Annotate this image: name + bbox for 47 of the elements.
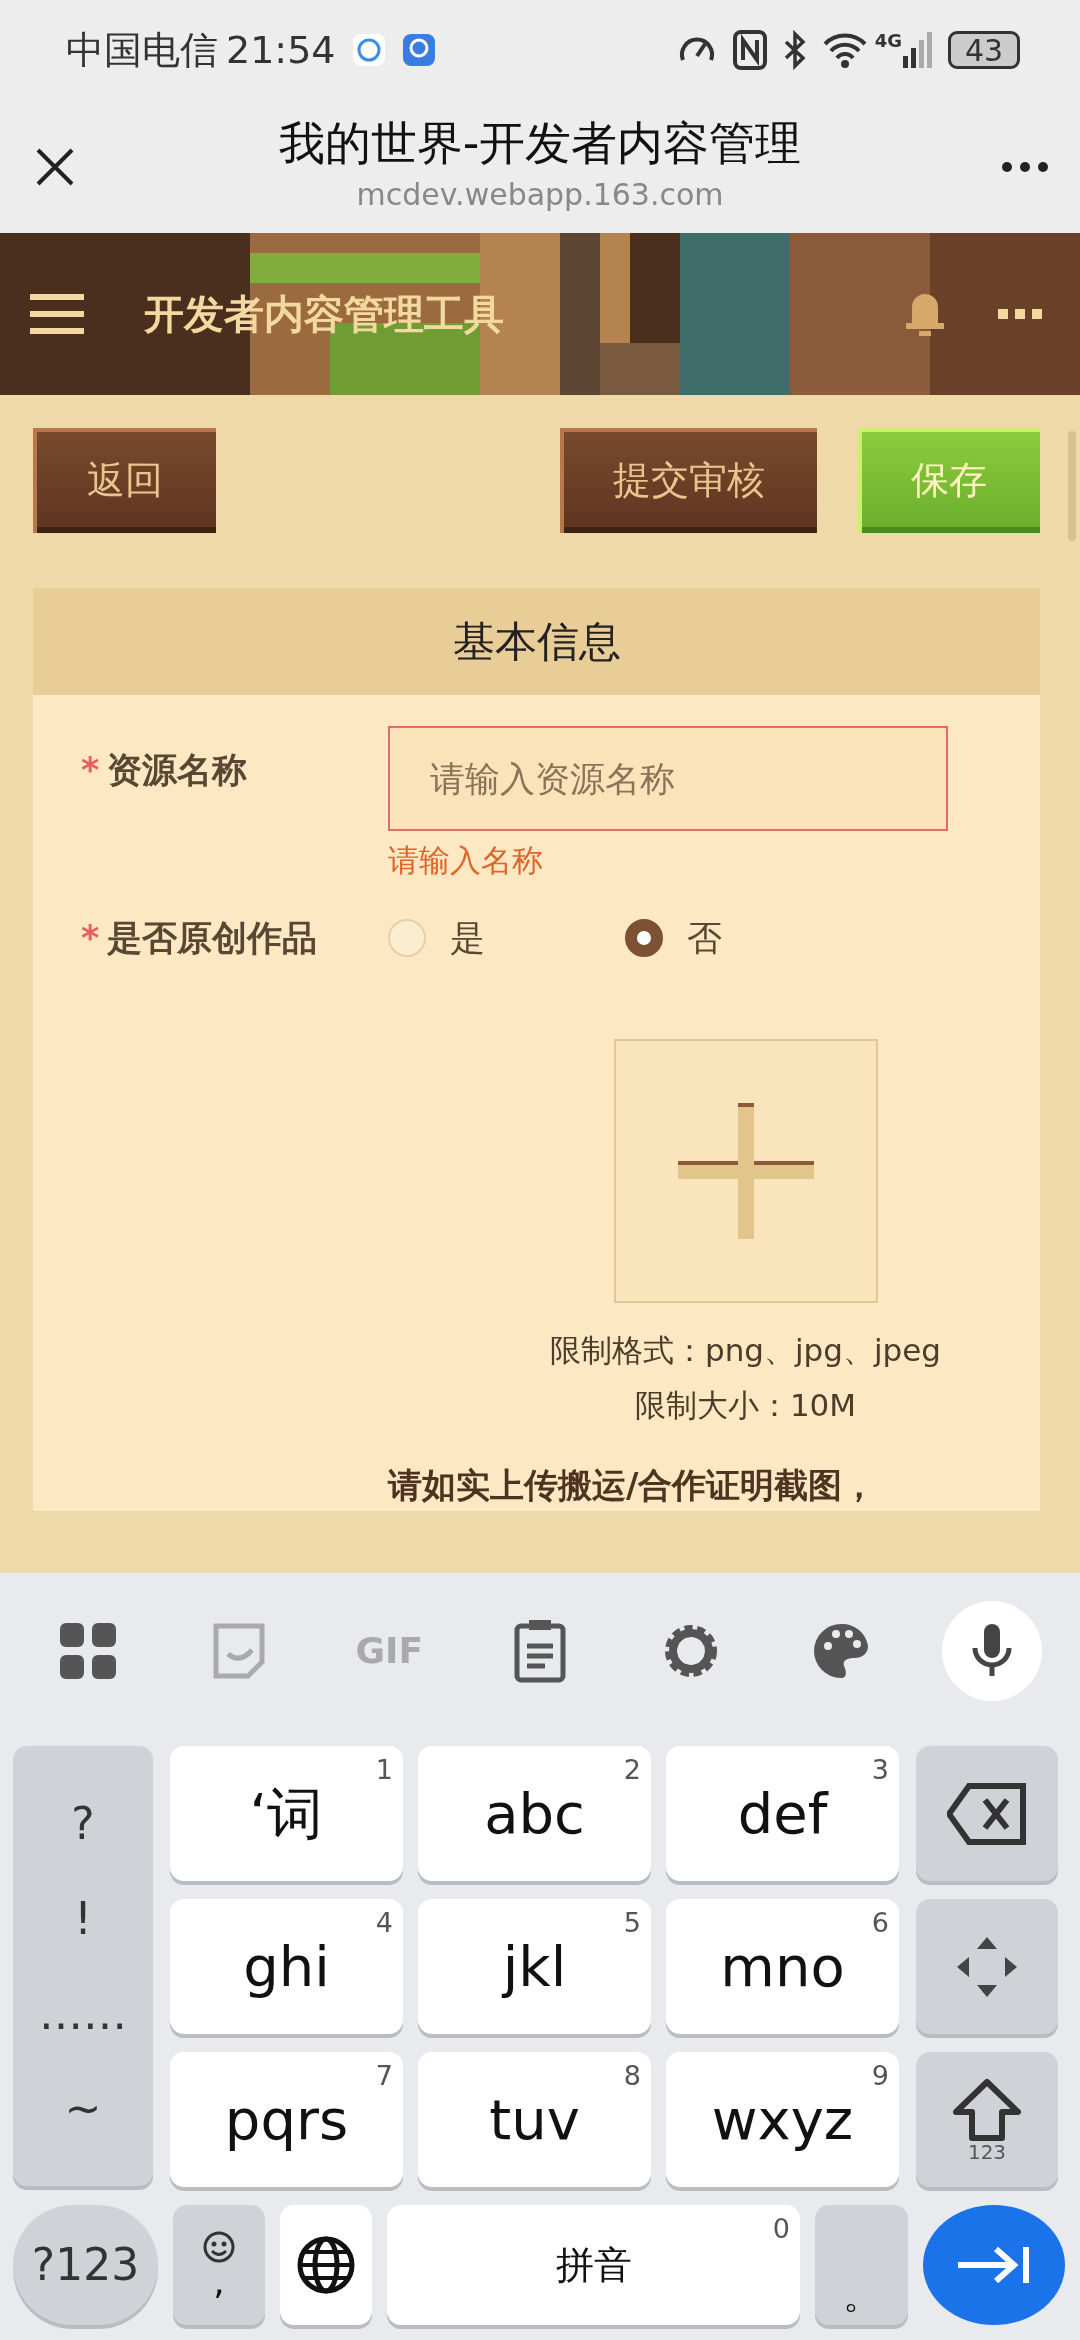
key-label: def: [737, 1779, 828, 1848]
network-label: 4G: [874, 32, 902, 50]
symbol-key[interactable]: ~: [64, 2075, 102, 2142]
key-digit: 0: [772, 2212, 790, 2246]
error-message: 请输入名称: [388, 841, 544, 880]
page-title: 我的世界-开发者内容管理: [278, 116, 802, 172]
required-mark: *: [81, 917, 100, 958]
upload-notice: 请如实上传搬运/合作证明截图，: [388, 1464, 877, 1507]
shift-label: 123: [967, 2141, 1007, 2162]
submit-button[interactable]: 提交审核: [560, 428, 817, 533]
upload-hint: 限制格式：png、jpg、jpeg: [550, 1331, 941, 1370]
key-digit: 1: [375, 1753, 393, 1787]
key-label: mno: [720, 1932, 845, 2001]
symbol-key[interactable]: ?: [71, 1790, 95, 1857]
key-digit: 2: [623, 1753, 641, 1787]
key-label: ghi: [243, 1932, 330, 2001]
key-digit: 5: [623, 1906, 641, 1940]
key-digit: 6: [871, 1906, 889, 1940]
space-label: 拼音: [555, 2242, 632, 2287]
key-label: wxyz: [711, 2085, 854, 2154]
key-digit: 9: [871, 2059, 889, 2093]
key-digit: 4: [375, 1906, 393, 1940]
comma-label: ,: [213, 2264, 225, 2300]
symbol-key[interactable]: ……: [39, 1980, 127, 2047]
clock-time: 21:54: [226, 26, 336, 74]
required-mark: *: [81, 750, 100, 790]
key-label: tuv: [489, 2085, 580, 2154]
back-button[interactable]: 返回: [33, 428, 216, 533]
key-label: abc: [484, 1779, 585, 1848]
upload-hint: 限制大小：10M: [634, 1385, 857, 1425]
key-label: ‘词: [249, 1779, 324, 1848]
key-digit: 7: [375, 2059, 393, 2093]
field-label: 是否原创作品: [107, 917, 318, 958]
section-header: 基本信息: [33, 588, 1040, 695]
key-label: jkl: [502, 1932, 567, 2001]
key-digit: 3: [871, 1753, 889, 1787]
option-label: 是: [450, 916, 485, 960]
app-title: 开发者内容管理工具: [144, 290, 505, 339]
input-field[interactable]: 请输入资源名称: [388, 726, 948, 831]
page-url: mcdev.webapp.163.com: [356, 175, 724, 214]
field-label: 资源名称: [107, 750, 248, 790]
key-digit: 8: [623, 2059, 641, 2093]
key-label: pqrs: [224, 2085, 349, 2154]
battery-indicator: 43: [948, 31, 1020, 69]
symbol-key[interactable]: !: [74, 1885, 92, 1952]
carrier-name: 中国电信: [66, 26, 218, 74]
option-label: 否: [687, 916, 722, 960]
